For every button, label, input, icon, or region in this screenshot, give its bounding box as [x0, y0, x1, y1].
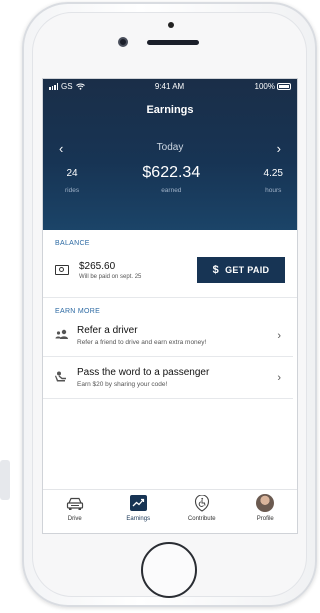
avatar	[256, 494, 275, 512]
stat-label: rides	[65, 187, 80, 194]
signal-icon	[49, 82, 58, 90]
list-item-title: Refer a driver	[77, 325, 138, 336]
stat-value: 24	[66, 168, 78, 179]
tab-label: Drive	[67, 516, 82, 522]
people-icon	[55, 329, 68, 339]
carrier-name: GS	[61, 81, 73, 91]
refer-driver-icon	[55, 329, 77, 342]
list-item-title: Pass the word to a passenger	[77, 367, 210, 378]
battery-group: 100%	[255, 82, 291, 91]
home-button[interactable]	[141, 542, 197, 598]
front-camera	[118, 37, 128, 47]
tab-earnings[interactable]: Earnings	[108, 495, 168, 522]
stat-value: 4.25	[263, 168, 283, 179]
list-item-refer-driver[interactable]: Refer a driver Refer a friend to drive a…	[43, 315, 293, 357]
background-shape	[0, 460, 10, 500]
accessibility-icon	[193, 494, 211, 512]
get-paid-label: GET PAID	[225, 265, 270, 275]
page-title: Earnings	[146, 104, 194, 116]
tab-label: Earnings	[126, 516, 151, 522]
period-label: Today	[156, 142, 184, 153]
stat-label: earned	[161, 187, 182, 194]
earpiece-speaker	[147, 40, 199, 45]
list-item-text: Pass the word to a passenger Earn $20 by…	[77, 367, 277, 388]
wifi-icon	[75, 83, 85, 90]
list-item-subtitle: Refer a friend to drive and earn extra m…	[77, 339, 207, 346]
tab-label: Profile	[256, 516, 274, 522]
status-bar: GS 9:41 AM 100%	[43, 79, 297, 93]
chevron-right-icon: ›	[277, 371, 281, 384]
passenger-icon	[55, 371, 77, 385]
balance-amount: $265.60	[79, 260, 116, 272]
earn-more-section-label: EARN MORE	[55, 308, 101, 315]
car-icon	[66, 495, 84, 511]
cash-icon	[55, 265, 69, 275]
tab-profile[interactable]: Profile	[235, 494, 295, 522]
get-paid-button[interactable]: $ GET PAID	[197, 257, 285, 283]
carrier-group: GS	[49, 82, 85, 91]
profile-icon-wrap	[256, 494, 275, 512]
list-item-pass-word[interactable]: Pass the word to a passenger Earn $20 by…	[43, 357, 293, 399]
chevron-right-icon: ›	[277, 329, 281, 342]
tab-drive[interactable]: Drive	[45, 495, 105, 522]
balance-subtitle: Will be paid on sept. 25	[79, 273, 142, 280]
battery-icon	[276, 82, 291, 90]
balance-row: $265.60 Will be paid on sept. 25 $ GET P…	[43, 247, 297, 291]
tab-label: Contribute	[187, 516, 216, 522]
stat-hours: 4.25 hours	[264, 168, 283, 194]
earnings-header: GS 9:41 AM 100% Earnings ‹ Today › 24 ri…	[43, 79, 297, 230]
battery-percent: 100%	[254, 81, 275, 91]
stat-earned: $622.34 earned	[142, 164, 200, 194]
chevron-left-icon[interactable]: ‹	[59, 141, 63, 156]
chevron-right-icon[interactable]: ›	[277, 141, 281, 156]
stat-rides: 24 rides	[65, 168, 79, 194]
stats-row: 24 rides $622.34 earned 4.25 hours	[43, 164, 297, 194]
stat-label: hours	[265, 187, 282, 194]
seat-icon	[55, 371, 66, 381]
app-screen: GS 9:41 AM 100% Earnings ‹ Today › 24 ri…	[42, 78, 298, 534]
period-selector: ‹ Today ›	[43, 141, 297, 156]
balance-section-label: BALANCE	[55, 240, 90, 247]
stat-value: $622.34	[142, 164, 201, 181]
tab-contribute[interactable]: Contribute	[172, 494, 232, 522]
list-item-text: Refer a driver Refer a friend to drive a…	[77, 325, 277, 346]
balance-text: $265.60 Will be paid on sept. 25	[79, 261, 197, 280]
dollar-icon: $	[212, 264, 220, 276]
status-time: 9:41 AM	[154, 81, 185, 91]
chart-icon	[129, 495, 147, 511]
tab-bar: Drive Earnings Contribute Profile	[43, 489, 297, 533]
list-item-subtitle: Earn $20 by sharing your code!	[77, 381, 168, 388]
sensor-dot	[168, 22, 174, 28]
